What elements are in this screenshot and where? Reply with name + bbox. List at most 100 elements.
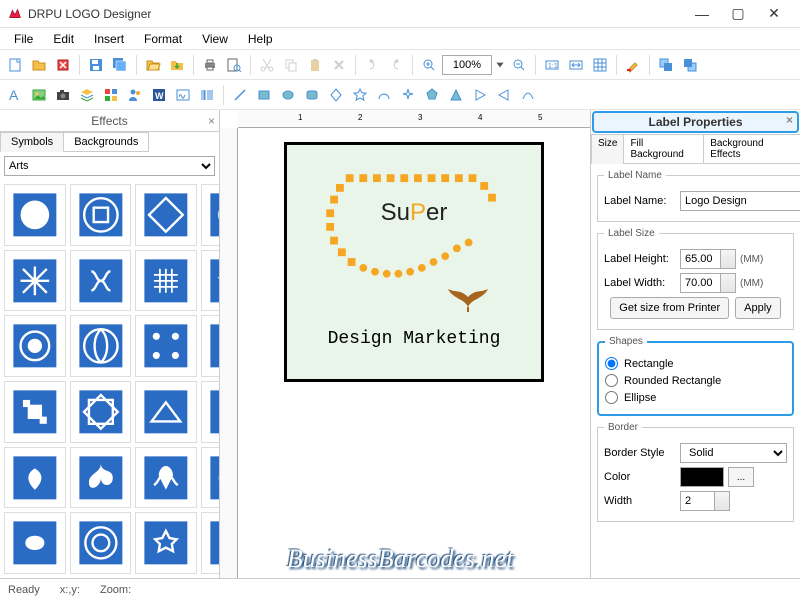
rect-tool-button[interactable]	[253, 84, 275, 106]
people-button[interactable]	[124, 84, 146, 106]
text-tool-button[interactable]: A	[4, 84, 26, 106]
shape-rectangle[interactable]: Rectangle	[605, 357, 786, 370]
actual-size-button[interactable]: 1:1	[541, 54, 563, 76]
zoom-in-button[interactable]	[418, 54, 440, 76]
menu-format[interactable]: Format	[134, 30, 192, 48]
symbol-item[interactable]	[70, 315, 132, 377]
redo-button[interactable]	[385, 54, 407, 76]
symbol-item[interactable]	[135, 315, 197, 377]
star-tool-button[interactable]	[349, 84, 371, 106]
symbol-item[interactable]	[201, 315, 219, 377]
symbol-item[interactable]	[70, 250, 132, 312]
close-file-button[interactable]	[52, 54, 74, 76]
maximize-button[interactable]: ▢	[720, 0, 756, 28]
curve-tool-button[interactable]	[517, 84, 539, 106]
triangle-tool-button[interactable]	[445, 84, 467, 106]
print-preview-button[interactable]	[223, 54, 245, 76]
label-height-input[interactable]: 65.00	[680, 249, 736, 269]
apply-button[interactable]: Apply	[735, 297, 781, 319]
color-picker-button[interactable]	[622, 54, 644, 76]
play-left-tool-button[interactable]	[493, 84, 515, 106]
barcode-button[interactable]	[196, 84, 218, 106]
border-style-select[interactable]: Solid	[680, 443, 787, 463]
label-artwork[interactable]: SuPer Design Marketing	[284, 142, 544, 382]
open-button[interactable]	[28, 54, 50, 76]
diamond-tool-button[interactable]	[325, 84, 347, 106]
symbol-item[interactable]	[4, 250, 66, 312]
symbol-item[interactable]	[201, 184, 219, 246]
effects-close-button[interactable]: ×	[208, 114, 215, 128]
symbol-item[interactable]	[70, 512, 132, 574]
fit-width-button[interactable]	[565, 54, 587, 76]
gallery-button[interactable]	[100, 84, 122, 106]
send-back-button[interactable]	[679, 54, 701, 76]
tab-symbols[interactable]: Symbols	[0, 132, 64, 152]
symbol-item[interactable]	[70, 447, 132, 509]
menu-edit[interactable]: Edit	[43, 30, 84, 48]
label-name-input[interactable]	[680, 191, 800, 211]
symbol-item[interactable]	[201, 250, 219, 312]
menu-insert[interactable]: Insert	[84, 30, 134, 48]
cut-button[interactable]	[256, 54, 278, 76]
copy-button[interactable]	[280, 54, 302, 76]
rounded-rect-tool-button[interactable]	[301, 84, 323, 106]
grid-button[interactable]	[589, 54, 611, 76]
category-select[interactable]: Arts	[4, 156, 215, 176]
symbol-item[interactable]	[4, 447, 66, 509]
save-all-button[interactable]	[109, 54, 131, 76]
print-button[interactable]	[199, 54, 221, 76]
paste-button[interactable]	[304, 54, 326, 76]
symbol-item[interactable]	[135, 381, 197, 443]
border-width-input[interactable]: 2	[680, 491, 730, 511]
ellipse-tool-button[interactable]	[277, 84, 299, 106]
symbol-item[interactable]	[201, 512, 219, 574]
canvas-stage[interactable]: SuPer Design Marketing	[238, 128, 590, 578]
zoom-out-button[interactable]	[508, 54, 530, 76]
get-size-button[interactable]: Get size from Printer	[610, 297, 729, 319]
symbol-item[interactable]	[4, 184, 66, 246]
tab-backgrounds[interactable]: Backgrounds	[63, 132, 149, 152]
symbol-item[interactable]	[135, 512, 197, 574]
delete-button[interactable]	[328, 54, 350, 76]
undo-button[interactable]	[361, 54, 383, 76]
minimize-button[interactable]: —	[684, 0, 720, 28]
shape-rounded-rectangle[interactable]: Rounded Rectangle	[605, 374, 786, 387]
menu-file[interactable]: File	[4, 30, 43, 48]
play-tool-button[interactable]	[469, 84, 491, 106]
word-button[interactable]: W	[148, 84, 170, 106]
arc-tool-button[interactable]	[373, 84, 395, 106]
tab-background-effects[interactable]: Background Effects	[703, 134, 800, 164]
border-color-picker-button[interactable]: ...	[728, 467, 754, 487]
symbol-item[interactable]	[4, 381, 66, 443]
tab-fill-background[interactable]: Fill Background	[623, 134, 704, 164]
save-button[interactable]	[85, 54, 107, 76]
signature-button[interactable]	[172, 84, 194, 106]
image-tool-button[interactable]	[28, 84, 50, 106]
layers-button[interactable]	[76, 84, 98, 106]
symbol-item[interactable]	[135, 250, 197, 312]
symbol-item[interactable]	[70, 381, 132, 443]
new-button[interactable]	[4, 54, 26, 76]
close-button[interactable]: ✕	[756, 0, 792, 28]
symbol-item[interactable]	[4, 512, 66, 574]
export-button[interactable]	[166, 54, 188, 76]
star4-tool-button[interactable]	[397, 84, 419, 106]
menu-view[interactable]: View	[192, 30, 238, 48]
symbol-item[interactable]	[201, 381, 219, 443]
symbol-item[interactable]	[135, 447, 197, 509]
symbol-item[interactable]	[135, 184, 197, 246]
line-tool-button[interactable]	[229, 84, 251, 106]
shape-ellipse[interactable]: Ellipse	[605, 391, 786, 404]
polygon-tool-button[interactable]	[421, 84, 443, 106]
menu-help[interactable]: Help	[238, 30, 283, 48]
label-width-input[interactable]: 70.00	[680, 273, 736, 293]
symbol-item[interactable]	[70, 184, 132, 246]
border-color-swatch[interactable]	[680, 467, 724, 487]
symbol-item[interactable]	[4, 315, 66, 377]
zoom-field[interactable]: 100%	[442, 55, 492, 75]
symbol-item[interactable]	[201, 447, 219, 509]
zoom-dropdown[interactable]	[494, 54, 506, 76]
open-folder-button[interactable]	[142, 54, 164, 76]
tab-size[interactable]: Size	[591, 134, 624, 164]
bring-front-button[interactable]	[655, 54, 677, 76]
